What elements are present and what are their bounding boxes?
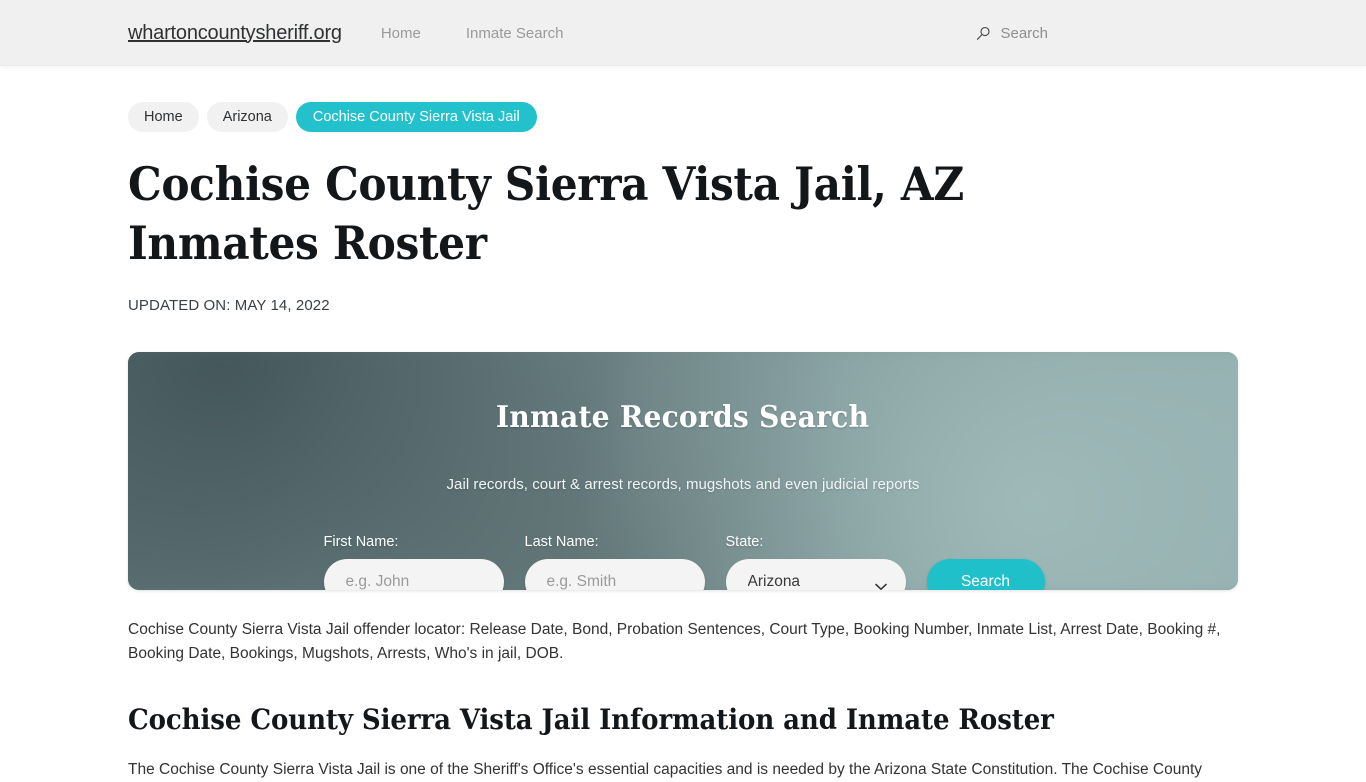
- breadcrumb-item-home[interactable]: Home: [128, 102, 199, 132]
- section-paragraph: The Cochise County Sierra Vista Jail is …: [128, 761, 1203, 778]
- main-navigation: Home Inmate Search: [381, 25, 564, 42]
- nav-item-home[interactable]: Home: [381, 25, 421, 42]
- updated-on-text: UPDATED ON: MAY 14, 2022: [128, 297, 330, 314]
- site-logo[interactable]: whartoncountysheriff.org: [128, 22, 342, 45]
- header-search-trigger[interactable]: Search: [976, 25, 1048, 42]
- search-icon: [976, 26, 991, 41]
- panel-content: Inmate Records Search Jail records, cour…: [128, 352, 1238, 590]
- page-content: Home Arizona Cochise County Sierra Vista…: [0, 66, 1366, 782]
- inmate-search-form: First Name: Last Name: State: Arizona: [322, 534, 1045, 590]
- header-search-label: Search: [1000, 24, 1048, 42]
- state-select-wrapper: Arizona: [725, 558, 906, 590]
- last-name-label: Last Name:: [524, 533, 599, 550]
- first-name-input[interactable]: [323, 558, 504, 590]
- state-select[interactable]: Arizona: [725, 558, 906, 590]
- panel-subtitle: Jail records, court & arrest records, mu…: [446, 475, 920, 493]
- state-field: State: Arizona: [725, 533, 906, 590]
- first-name-label: First Name:: [323, 533, 399, 550]
- nav-item-inmate-search[interactable]: Inmate Search: [466, 25, 564, 42]
- panel-title: Inmate Records Search: [496, 399, 870, 435]
- last-name-field: Last Name:: [524, 533, 705, 590]
- state-label: State:: [725, 533, 764, 550]
- intro-paragraph: Cochise County Sierra Vista Jail offende…: [128, 621, 1221, 662]
- breadcrumb: Home Arizona Cochise County Sierra Vista…: [128, 66, 1238, 132]
- first-name-field: First Name:: [323, 533, 504, 590]
- site-header: whartoncountysheriff.org Home Inmate Sea…: [0, 0, 1366, 66]
- breadcrumb-item-arizona[interactable]: Arizona: [206, 102, 288, 132]
- last-name-input[interactable]: [524, 558, 705, 590]
- header-inner: whartoncountysheriff.org Home Inmate Sea…: [0, 0, 1366, 66]
- breadcrumb-item-current: Cochise County Sierra Vista Jail: [295, 102, 537, 132]
- section-heading: Cochise County Sierra Vista Jail Informa…: [128, 703, 1054, 736]
- search-submit-button[interactable]: Search: [926, 558, 1045, 590]
- inmate-records-search-panel: Inmate Records Search Jail records, cour…: [128, 352, 1238, 590]
- page-title: Cochise County Sierra Vista Jail, AZ Inm…: [128, 157, 964, 270]
